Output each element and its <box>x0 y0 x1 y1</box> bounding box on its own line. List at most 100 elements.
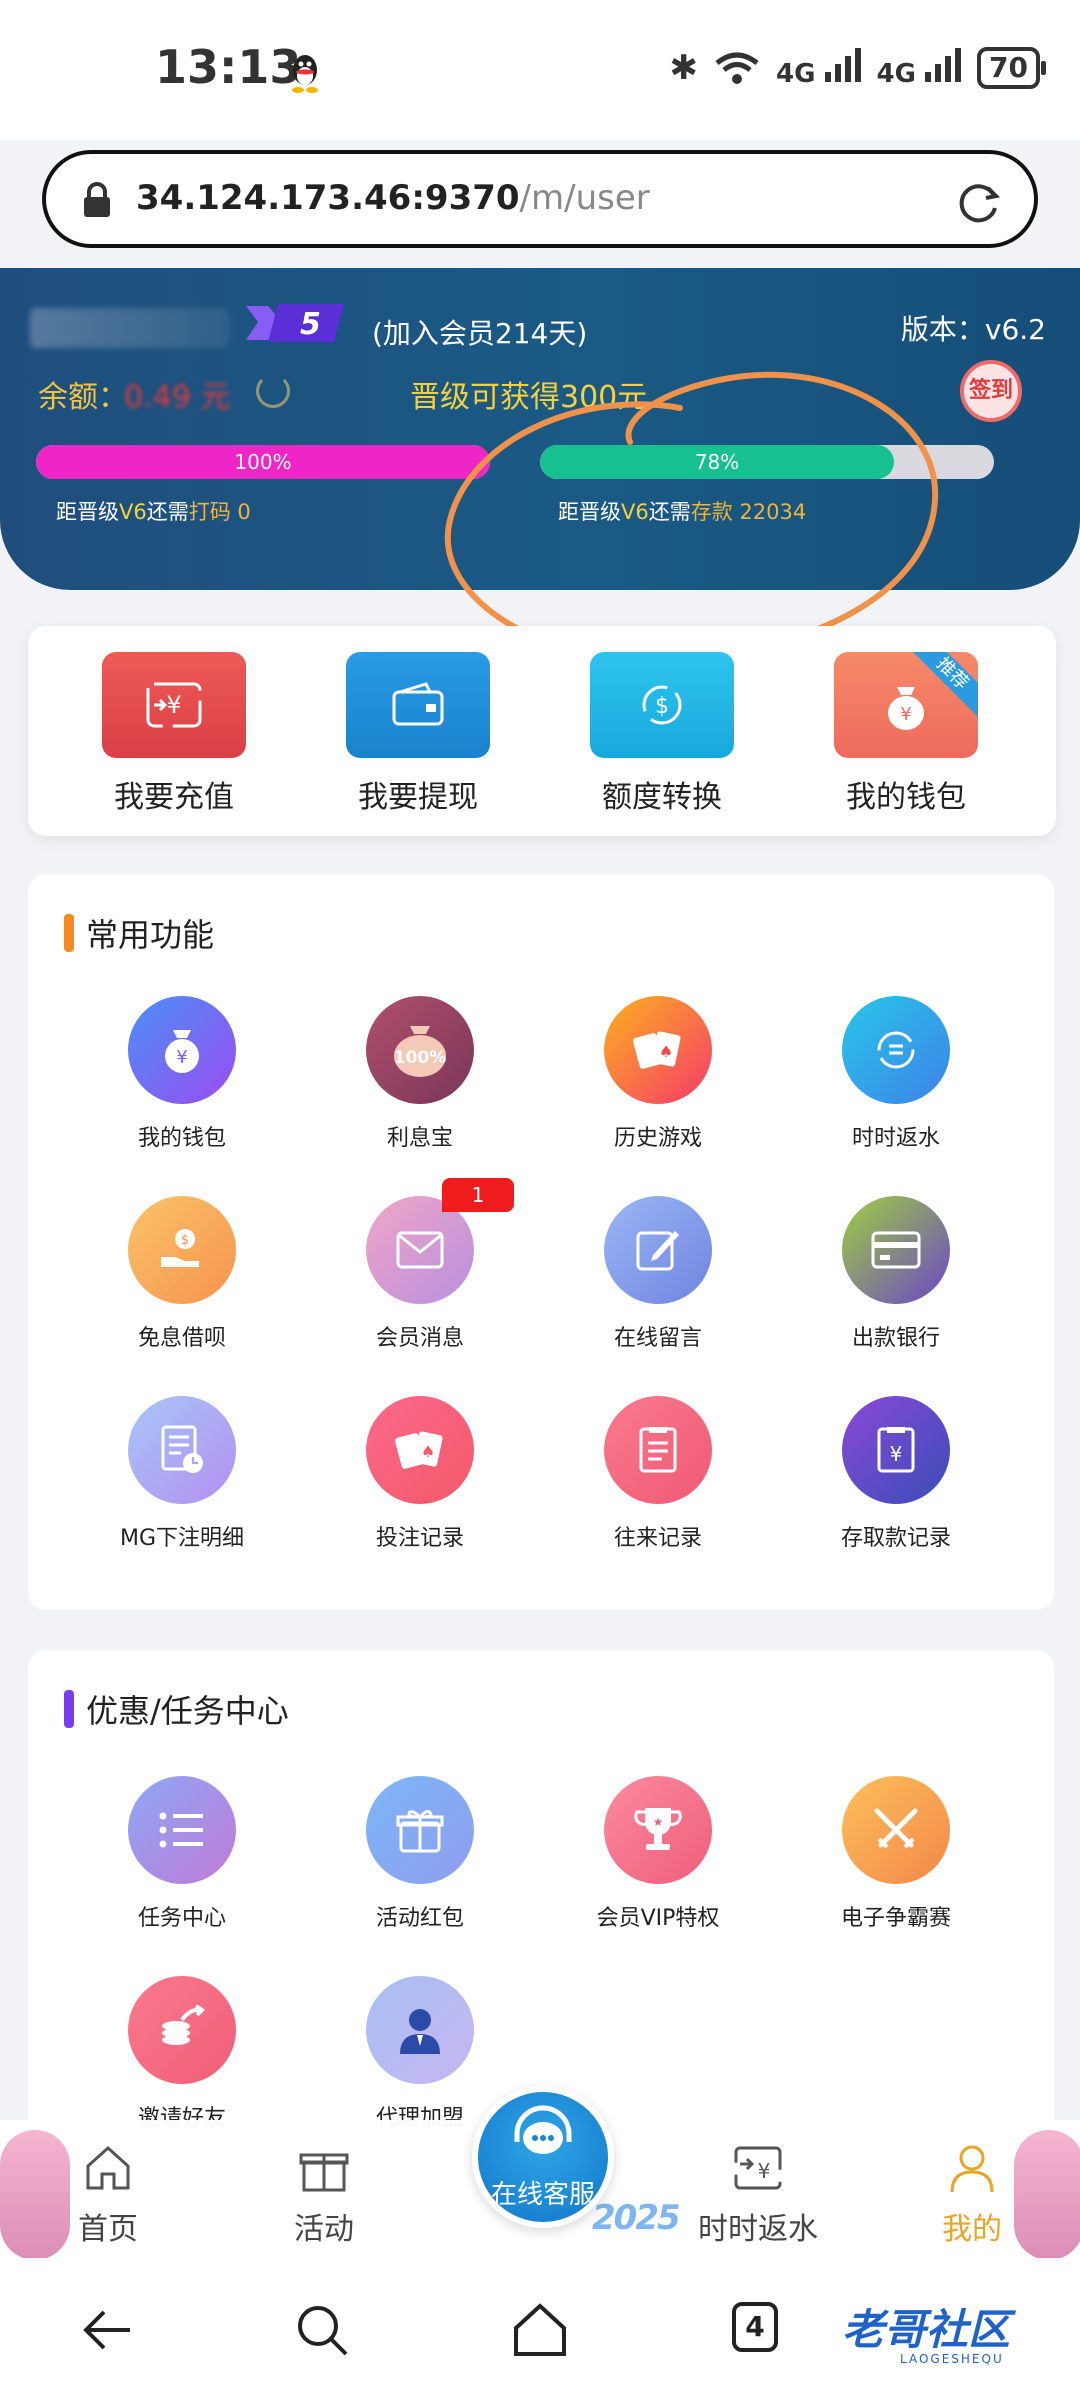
svg-text:$: $ <box>181 1233 189 1248</box>
grid-item-bet-records[interactable]: ♠ 投注记录 <box>320 1396 520 1552</box>
withdraw-button[interactable]: 我要提现 <box>338 652 498 816</box>
deposit-progress-bar: 78% <box>540 445 994 479</box>
home-nav-icon[interactable] <box>508 2298 572 2362</box>
lock-icon <box>84 182 110 217</box>
trophy-icon: ★ <box>604 1776 712 1884</box>
vip-level: 5 <box>300 307 321 342</box>
tab-rebate-label: 时时返水 <box>698 2212 818 2247</box>
grid-label: 投注记录 <box>375 1526 464 1551</box>
signal-1: 4G <box>776 46 861 89</box>
wifi-icon <box>715 52 759 84</box>
url-host: 34.124.173.46:9370 <box>136 178 520 218</box>
svg-text:♠: ♠ <box>659 1042 673 1061</box>
balance-value: 0.49 元 <box>124 380 231 415</box>
headset-chat-icon <box>514 2105 572 2154</box>
grid-label: 时时返水 <box>851 1126 940 1151</box>
deposit-progress-label: 78% <box>694 450 740 474</box>
member-days: (加入会员214天) <box>372 317 588 350</box>
grid-label: MG下注明细 <box>119 1526 245 1551</box>
transfer-label: 额度转换 <box>602 780 722 815</box>
version-label: 版本：v6.2 <box>900 313 1046 346</box>
deposit-progress-fill: 78% <box>540 445 895 479</box>
grid-label: 我的钱包 <box>137 1126 226 1151</box>
svg-text:¥: ¥ <box>900 704 911 725</box>
sign-in-button[interactable]: 签到 <box>960 360 1022 422</box>
grid-label: 存取款记录 <box>840 1526 951 1551</box>
grid-item-task-center[interactable]: 任务中心 <box>82 1776 282 1932</box>
grid-item-guestbook[interactable]: 在线留言 <box>558 1196 758 1352</box>
address-bar[interactable]: 34.124.173.46:9370/m/user <box>42 150 1038 248</box>
svg-text:¥: ¥ <box>758 2159 771 2183</box>
my-wallet-button[interactable]: ¥ 推荐 我的钱包 <box>826 652 986 816</box>
svg-text:$: $ <box>655 694 669 719</box>
grid-label: 免息借呗 <box>137 1326 226 1351</box>
gift-icon <box>299 2153 349 2192</box>
online-service-button[interactable]: 在线客服 <box>472 2086 614 2228</box>
rebate-transfer-icon: ¥ <box>734 2146 782 2190</box>
svg-text:★: ★ <box>653 1815 664 1829</box>
common-functions-card: 常用功能 ¥ 我的钱包 100% 利息宝 ♠ 历史游戏 时时返水 $ 免息借呗 <box>28 874 1054 1610</box>
grid-item-esports-tournament[interactable]: 电子争霸赛 <box>796 1776 996 1932</box>
grid-item-interest[interactable]: 100% 利息宝 <box>320 996 520 1152</box>
money-bag-icon: ¥ <box>128 996 236 1104</box>
message-count-badge: 1 <box>442 1178 514 1212</box>
svg-text:100%: 100% <box>394 1048 447 1068</box>
grid-label: 利息宝 <box>386 1126 453 1151</box>
my-wallet-label: 我的钱包 <box>846 780 966 815</box>
grid-item-bank[interactable]: 出款银行 <box>796 1196 996 1352</box>
grid-item-transactions[interactable]: 往来记录 <box>558 1396 758 1552</box>
grid-item-wallet[interactable]: ¥ 我的钱包 <box>82 996 282 1152</box>
deposit-button[interactable]: ¥ 我要充值 <box>94 652 254 816</box>
url-text[interactable]: 34.124.173.46:9370/m/user <box>136 178 650 218</box>
agent-person-icon <box>366 1976 474 2084</box>
user-icon <box>950 2145 994 2193</box>
refresh-balance-icon[interactable] <box>256 374 290 408</box>
reload-icon[interactable] <box>952 176 1004 228</box>
back-arrow-icon[interactable] <box>76 2298 140 2362</box>
status-icons: ✱ 4G 4G 70 <box>669 46 1046 89</box>
grid-label: 在线留言 <box>613 1326 702 1351</box>
grid-item-deposit-withdraw-records[interactable]: ¥ 存取款记录 <box>796 1396 996 1552</box>
gift-icon <box>366 1776 474 1884</box>
signal-2: 4G <box>877 46 962 89</box>
rebate-icon <box>842 996 950 1104</box>
tab-activity[interactable]: 活动 <box>254 2140 394 2248</box>
grid-item-red-packet[interactable]: 活动红包 <box>320 1776 520 1932</box>
deposit-icon: ¥ <box>102 652 246 758</box>
svg-text:¥: ¥ <box>166 691 181 719</box>
bet-progress-note: 距晋级V6还需打码 0 <box>56 500 251 524</box>
grid-label: 往来记录 <box>613 1526 702 1551</box>
grid-item-vip-privilege[interactable]: ★ 会员VIP特权 <box>558 1776 758 1932</box>
tab-activity-label: 活动 <box>294 2212 354 2247</box>
grid-label: 历史游戏 <box>613 1126 702 1151</box>
tab-count-button[interactable]: 4 <box>732 2302 778 2352</box>
interest-bag-icon: 100% <box>366 996 474 1104</box>
grid-label: 会员消息 <box>375 1326 464 1351</box>
svg-text:¥: ¥ <box>176 1047 187 1068</box>
hand-coin-icon: $ <box>128 1196 236 1304</box>
status-time: 13:13 <box>155 40 302 94</box>
bluetooth-icon: ✱ <box>669 47 699 88</box>
grid-item-mg-bets[interactable]: MG下注明细 <box>82 1396 282 1552</box>
cards-icon: ♠ <box>366 1396 474 1504</box>
transfer-button[interactable]: $ 额度转换 <box>582 652 742 816</box>
list-icon <box>128 1776 236 1884</box>
report-clock-icon <box>128 1396 236 1504</box>
deposit-progress-note: 距晋级V6还需存款 22034 <box>558 500 807 524</box>
search-icon[interactable] <box>290 2298 354 2362</box>
grid-label: 任务中心 <box>137 1906 226 1931</box>
tab-rebate[interactable]: ¥ 时时返水 <box>688 2140 828 2248</box>
bank-card-icon <box>842 1196 950 1304</box>
promo-center-title: 优惠/任务中心 <box>64 1686 289 1732</box>
grid-item-loan[interactable]: $ 免息借呗 <box>82 1196 282 1352</box>
grid-item-history-games[interactable]: ♠ 历史游戏 <box>558 996 758 1152</box>
svg-text:¥: ¥ <box>890 1442 903 1466</box>
grid-item-messages[interactable]: 1 会员消息 <box>320 1178 520 1352</box>
share-coins-icon <box>128 1976 236 2084</box>
grid-item-rebate[interactable]: 时时返水 <box>796 996 996 1152</box>
snake-decoration-left <box>0 2130 70 2260</box>
watermark-logo: 老哥社区 <box>842 2305 1011 2354</box>
quick-actions-card: ¥ 我要充值 我要提现 $ 额度转换 ¥ 推荐 我的钱包 <box>28 626 1056 836</box>
grid-item-invite-friends[interactable]: 邀请好友 <box>82 1976 282 2132</box>
vip-badge: 5 <box>246 304 344 342</box>
